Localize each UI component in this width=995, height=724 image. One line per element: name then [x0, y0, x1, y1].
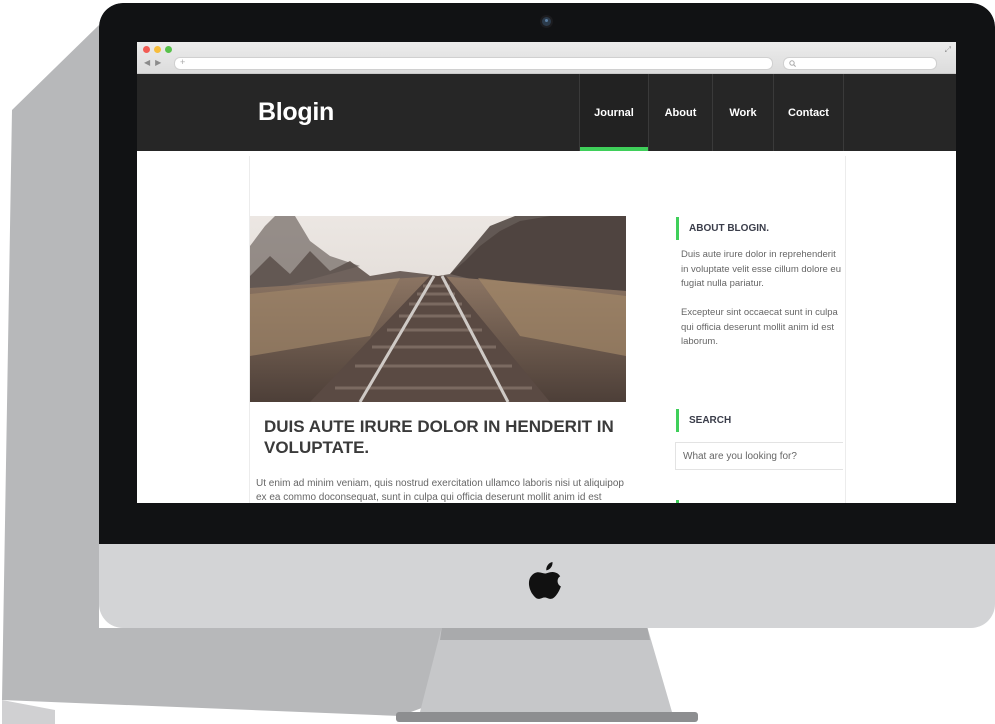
main-nav: Journal About Work Contact — [579, 74, 844, 151]
post-title[interactable]: DUIS AUTE IRURE DOLOR IN HENDERIT IN VOL… — [264, 416, 624, 458]
fullscreen-icon[interactable]: ⤢ — [945, 45, 951, 55]
post-excerpt: Ut enim ad minim veniam, quis nostrud ex… — [256, 478, 624, 503]
nav-item-journal[interactable]: Journal — [579, 74, 648, 151]
nav-item-about[interactable]: About — [648, 74, 712, 151]
post-featured-image[interactable] — [250, 216, 626, 402]
search-icon — [789, 60, 796, 67]
apple-logo-icon — [528, 562, 561, 599]
about-widget-title: ABOUT BLOGIN. — [676, 217, 769, 240]
maximize-window-icon[interactable] — [165, 46, 172, 53]
search-widget-title: SEARCH — [676, 409, 731, 432]
camera-icon — [542, 17, 551, 26]
browser-window: ◀▶ + ⤢ Blogin Journal About Work Contact — [137, 42, 956, 503]
back-forward-icon[interactable]: ◀▶ — [144, 58, 166, 67]
close-window-icon[interactable] — [143, 46, 150, 53]
site-header: Blogin Journal About Work Contact — [137, 74, 956, 151]
browser-chrome: ◀▶ + ⤢ — [137, 42, 956, 74]
browser-search-bar[interactable] — [783, 57, 937, 70]
about-widget-text-2: Excepteur sint occaecat sunt in culpa qu… — [681, 307, 838, 347]
next-widget-accent — [676, 500, 679, 503]
nav-item-work[interactable]: Work — [712, 74, 773, 151]
minimize-window-icon[interactable] — [154, 46, 161, 53]
address-bar[interactable]: + — [174, 57, 773, 70]
site-logo[interactable]: Blogin — [258, 98, 334, 127]
add-tab-icon[interactable]: + — [180, 57, 185, 67]
about-widget-text-1: Duis aute irure dolor in reprehenderit i… — [681, 249, 842, 289]
nav-item-contact[interactable]: Contact — [773, 74, 844, 151]
search-input[interactable] — [675, 442, 843, 470]
